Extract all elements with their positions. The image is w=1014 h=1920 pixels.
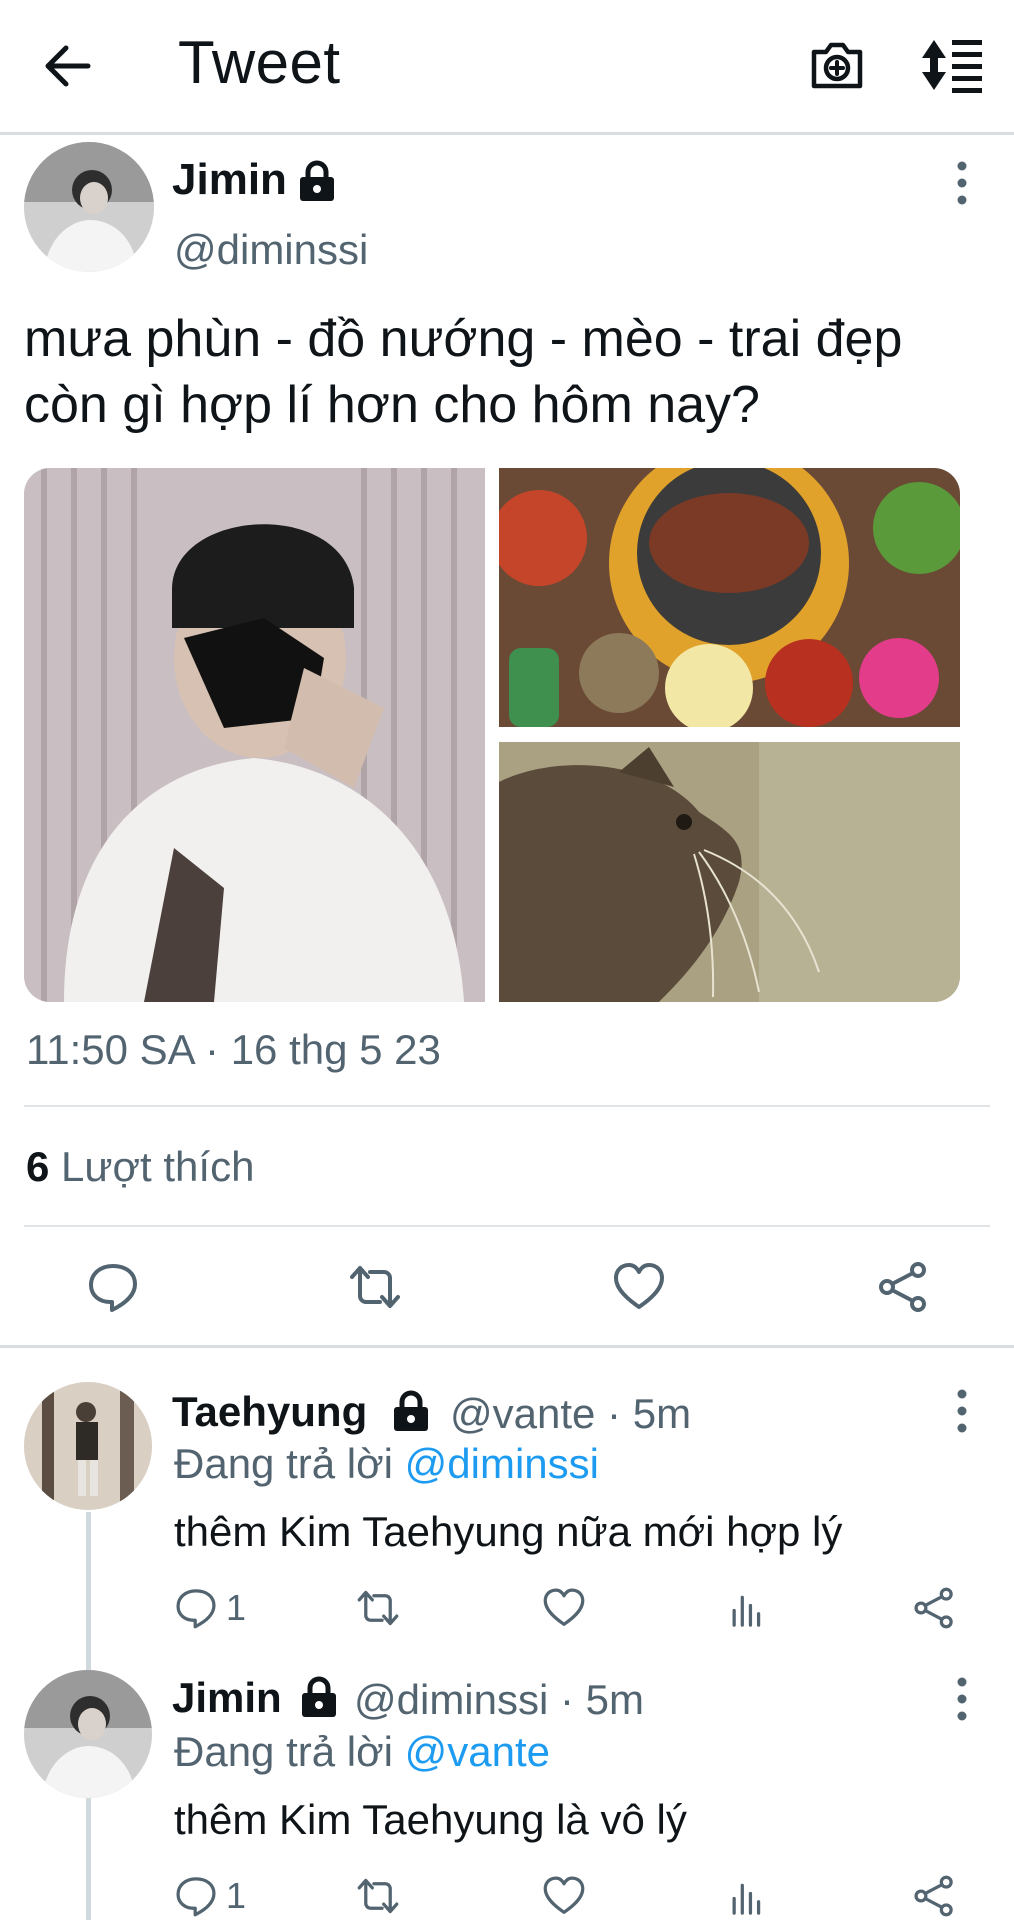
heart-icon	[543, 1876, 585, 1914]
reply-text: thêm Kim Taehyung là vô lý	[174, 1796, 687, 1843]
author-handle[interactable]: @vante · 5m	[450, 1390, 691, 1438]
likes-count: 6	[26, 1143, 50, 1190]
replying-prefix: Đang trả lời	[174, 1728, 393, 1775]
views-button[interactable]	[726, 1586, 770, 1630]
reply-button[interactable]: 1	[174, 1586, 246, 1630]
more-vertical-icon	[957, 1389, 967, 1433]
retweet-button[interactable]	[356, 1586, 400, 1630]
cat-window-photo[interactable]	[499, 742, 960, 1002]
replying-to: Đang trả lời @vante	[174, 1728, 550, 1776]
more-options-button[interactable]	[942, 158, 982, 208]
retweet-icon	[357, 1878, 399, 1914]
author-handle[interactable]: @diminssi	[174, 226, 368, 274]
comment-icon	[89, 1264, 137, 1312]
author-name[interactable]: Jimin	[172, 1674, 282, 1722]
divider	[24, 1225, 990, 1227]
media-grid	[24, 468, 960, 1002]
retweet-icon	[350, 1266, 400, 1308]
bbq-food-photo[interactable]	[499, 468, 960, 727]
avatar[interactable]	[24, 142, 154, 272]
like-button[interactable]	[542, 1586, 586, 1630]
divider	[24, 1105, 990, 1107]
share-button[interactable]	[912, 1586, 956, 1630]
reply-count: 1	[226, 1587, 247, 1628]
tweet-text: mưa phùn - đồ nướng - mèo - trai đẹp còn…	[24, 310, 903, 434]
person-photo[interactable]	[24, 468, 485, 1002]
avatar[interactable]	[24, 1670, 152, 1798]
more-options-button[interactable]	[942, 1386, 982, 1436]
mention-link[interactable]: @vante	[405, 1728, 550, 1775]
likes-label: Lượt thích	[61, 1143, 255, 1190]
more-vertical-icon	[957, 1677, 967, 1721]
author-name[interactable]: Jimin	[172, 155, 287, 205]
share-icon	[914, 1875, 953, 1917]
mention-link[interactable]: @diminssi	[405, 1440, 599, 1487]
share-button[interactable]	[876, 1260, 930, 1314]
comment-icon	[176, 1589, 216, 1629]
like-button[interactable]	[542, 1874, 586, 1918]
retweet-button[interactable]	[356, 1874, 400, 1918]
likes-row[interactable]: 6 Lượt thích	[26, 1143, 254, 1191]
more-options-button[interactable]	[942, 1674, 982, 1724]
arrow-left-icon	[45, 45, 91, 87]
camera-button[interactable]	[806, 34, 868, 96]
reply-text: thêm Kim Taehyung nữa mới hợp lý	[174, 1508, 843, 1555]
replying-to: Đang trả lời @diminssi	[174, 1440, 599, 1488]
reply-button[interactable]: 1	[174, 1874, 246, 1918]
retweet-icon	[357, 1590, 399, 1626]
divider	[0, 1345, 1014, 1348]
heart-icon	[543, 1588, 585, 1626]
retweet-button[interactable]	[348, 1260, 402, 1314]
views-button[interactable]	[726, 1874, 770, 1918]
camera-plus-icon	[811, 42, 863, 89]
lock-icon	[388, 1388, 434, 1434]
tweet-timestamp[interactable]: 11:50 SA · 16 thg 5 23	[26, 1026, 441, 1074]
analytics-icon	[732, 1883, 761, 1915]
comment-icon	[176, 1877, 216, 1917]
author-handle[interactable]: @diminssi · 5m	[354, 1676, 644, 1724]
share-icon	[914, 1587, 953, 1629]
back-button[interactable]	[36, 34, 100, 98]
avatar[interactable]	[24, 1382, 152, 1510]
analytics-icon	[732, 1595, 761, 1627]
page-title: Tweet	[178, 29, 341, 96]
share-icon	[879, 1262, 926, 1312]
lock-icon	[294, 158, 340, 204]
reply-count: 1	[226, 1875, 247, 1916]
author-name[interactable]: Taehyung	[172, 1388, 367, 1436]
like-button[interactable]	[612, 1260, 666, 1314]
sort-list-icon	[922, 40, 982, 93]
replying-prefix: Đang trả lời	[174, 1440, 393, 1487]
reply-button[interactable]	[86, 1260, 140, 1314]
lock-icon	[296, 1674, 342, 1720]
heart-icon	[614, 1263, 664, 1309]
sort-button[interactable]	[920, 34, 986, 96]
more-vertical-icon	[957, 161, 967, 205]
share-button[interactable]	[912, 1874, 956, 1918]
